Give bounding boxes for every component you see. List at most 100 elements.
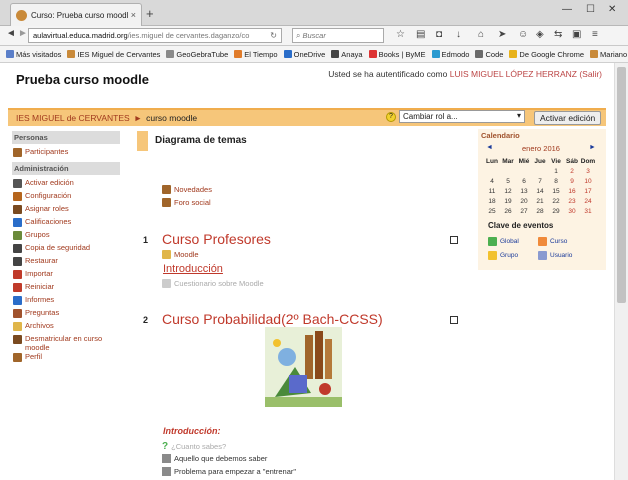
turn-editing-on-button[interactable]: Activar edición [534,111,602,125]
admin-item-desmatricular[interactable]: Desmatricular en curso moodle [13,334,120,352]
calendar-day[interactable]: 17 [580,186,596,196]
calendar-day[interactable]: 3 [580,166,596,176]
vertical-scrollbar[interactable] [614,63,628,480]
calendar-day[interactable]: 22 [548,196,564,206]
bookmark-item[interactable]: Anaya [331,50,363,59]
calendar-day[interactable]: 8 [548,176,564,186]
calendar-day[interactable]: 24 [580,196,596,206]
breadcrumb-home-link[interactable]: IES MIGUEL de CERVANTES [16,113,130,123]
calendar-day[interactable]: 4 [484,176,500,186]
calendar-day[interactable]: 27 [516,206,532,216]
admin-item-configuracion[interactable]: Configuración [13,191,120,201]
calendar-day[interactable]: 29 [548,206,564,216]
address-bar[interactable]: aulavirtual.educa.madrid.org/ies.miguel … [28,28,282,43]
admin-item-activar-edicion[interactable]: Activar edición [13,178,120,188]
event-key-user[interactable]: Usuario [538,251,572,260]
admin-item-importar[interactable]: Importar [13,269,120,279]
close-window-icon[interactable]: ✕ [608,4,616,15]
calendar-day[interactable]: 31 [580,206,596,216]
news-forum-link[interactable]: Novedades [162,185,212,194]
bookmark-item[interactable]: Mariano [590,50,627,59]
tab-close-icon[interactable]: × [131,10,136,20]
section-1-intro-link[interactable]: Introducción [163,263,223,275]
minimize-icon[interactable]: — [562,4,572,15]
download-icon[interactable]: ↓ [456,29,461,40]
calendar-day[interactable]: 7 [532,176,548,186]
section-1-highlight-toggle[interactable] [450,236,458,244]
next-month-icon[interactable]: ► [589,144,596,153]
browser-tab[interactable]: Curso: Prueba curso moodle × [10,3,142,26]
menu-icon[interactable]: ≡ [592,29,598,40]
calendar-day[interactable]: 15 [548,186,564,196]
calendar-month[interactable]: enero 2016 [522,144,560,153]
bookmark-item[interactable]: Code [475,50,503,59]
resource-link[interactable]: Problema para empezar a "entrenar" [162,467,296,476]
bookmark-item[interactable]: El Tiempo [234,50,278,59]
prev-month-icon[interactable]: ◄ [486,144,493,153]
maximize-icon[interactable]: ☐ [586,4,595,15]
bookmark-item[interactable]: De Google Chrome [509,50,584,59]
admin-item-copia-seguridad[interactable]: Copia de seguridad [13,243,120,253]
calendar-day[interactable]: 14 [532,186,548,196]
calendar-day[interactable]: 2 [564,166,580,176]
sync-icon[interactable]: ⇆ [554,29,562,40]
social-forum-link[interactable]: Foro social [162,198,212,207]
calendar-day[interactable]: 21 [532,196,548,206]
bookmark-star-icon[interactable]: ☆ [396,29,405,40]
user-profile-link[interactable]: LUIS MIGUEL LÓPEZ HERRANZ [450,69,577,79]
moodle-folder-link[interactable]: Moodle [162,250,199,259]
reload-icon[interactable]: ↻ [270,31,277,40]
bookmark-item[interactable]: IES Miguel de Cervantes [67,50,160,59]
reading-list-icon[interactable]: ▤ [416,29,425,40]
admin-item-restaurar[interactable]: Restaurar [13,256,120,266]
new-tab-button[interactable]: + [146,6,154,21]
calendar-day[interactable]: 10 [580,176,596,186]
admin-item-archivos[interactable]: Archivos [13,321,120,331]
admin-item-perfil[interactable]: Perfil [13,352,120,362]
pocket-icon[interactable]: ◘ [436,29,442,40]
admin-item-reiniciar[interactable]: Reiniciar [13,282,120,292]
scrollbar-thumb[interactable] [617,67,626,303]
bookmark-item[interactable]: Más visitados [6,50,61,59]
calendar-day[interactable]: 9 [564,176,580,186]
calendar-day[interactable]: 20 [516,196,532,206]
bookmark-item[interactable]: OneDrive [283,50,325,59]
send-icon[interactable]: ➤ [498,29,506,40]
logout-link[interactable]: (Salir) [579,69,602,79]
calendar-day[interactable]: 18 [484,196,500,206]
section-2-highlight-toggle[interactable] [450,316,458,324]
bookmark-item[interactable]: GeoGebraTube [166,50,228,59]
back-icon[interactable]: ◄ [6,28,16,39]
quiz-how-much-link[interactable]: ? ¿Cuanto sabes? [162,441,226,452]
admin-item-grupos[interactable]: Grupos [13,230,120,240]
event-key-group[interactable]: Grupo [488,251,518,260]
search-box[interactable]: ⌕ [292,28,384,43]
admin-item-informes[interactable]: Informes [13,295,120,305]
calendar-day[interactable]: 5 [500,176,516,186]
calendar-day[interactable]: 12 [500,186,516,196]
calendar-day[interactable]: 23 [564,196,580,206]
event-key-global[interactable]: Global [488,237,519,246]
bookmark-item[interactable]: Edmodo [431,50,469,59]
chat-icon[interactable]: ☺ [518,29,528,40]
event-key-course[interactable]: Curso [538,237,567,246]
admin-item-calificaciones[interactable]: Calificaciones [13,217,120,227]
extension-icon[interactable]: ▣ [572,29,581,40]
calendar-day[interactable]: 11 [484,186,500,196]
resource-link[interactable]: Aquello que debemos saber [162,454,267,463]
bookmark-item[interactable]: Books | ByME [368,50,426,59]
calendar-day[interactable]: 19 [500,196,516,206]
shield-icon[interactable]: ◈ [536,29,544,40]
calendar-day[interactable]: 25 [484,206,500,216]
forward-icon[interactable]: ► [18,28,28,39]
search-input[interactable] [302,31,373,40]
home-icon[interactable]: ⌂ [478,29,484,40]
participants-link[interactable]: Participantes [13,147,120,157]
calendar-day[interactable]: 30 [564,206,580,216]
role-select[interactable]: Cambiar rol a... [399,110,525,123]
help-icon[interactable]: ? [386,111,396,122]
calendar-day[interactable]: 13 [516,186,532,196]
admin-item-preguntas[interactable]: Preguntas [13,308,120,318]
admin-item-asignar-roles[interactable]: Asignar roles [13,204,120,214]
quiz-link-hidden[interactable]: Cuestionario sobre Moodle [162,279,264,288]
